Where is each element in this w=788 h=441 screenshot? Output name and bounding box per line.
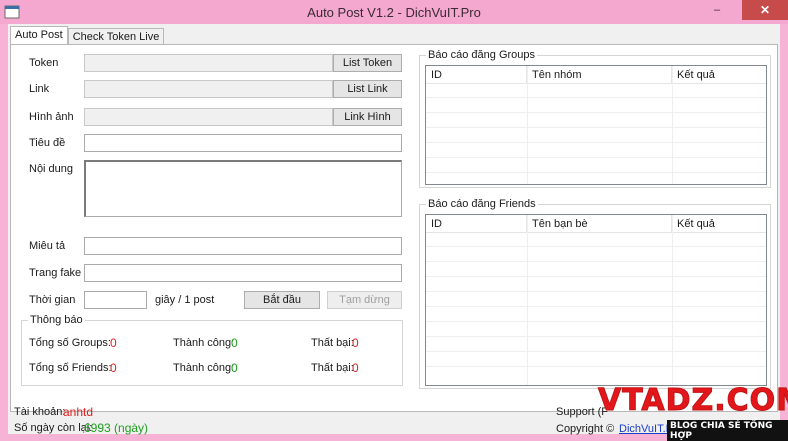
- col-head-result[interactable]: Kết quả: [672, 66, 766, 84]
- fake-page-label: Trang fake: [29, 267, 82, 279]
- pause-button[interactable]: Tạm dừng: [327, 291, 402, 309]
- minimize-button[interactable]: –: [702, 0, 732, 20]
- description-field[interactable]: [84, 237, 402, 255]
- watermark-tagline: BLOG CHIA SẺ TỔNG HỢP: [667, 420, 788, 441]
- groups-report-group: Báo cáo đăng Groups ID Tên nhóm Kết quả: [419, 49, 771, 188]
- table-row: [426, 323, 766, 337]
- table-row: [426, 114, 766, 128]
- days-left-label: Số ngày còn lại:: [14, 422, 93, 434]
- groups-fail-value: 0: [352, 336, 359, 350]
- table-row: [426, 248, 766, 262]
- friends-fail-value: 0: [352, 361, 359, 375]
- friends-fail-label: Thất bại:: [311, 362, 354, 374]
- image-label: Hình ảnh: [29, 111, 74, 123]
- list-token-button[interactable]: List Token: [333, 54, 402, 72]
- time-unit-label: giây / 1 post: [155, 294, 215, 306]
- col-head-id[interactable]: ID: [426, 66, 527, 84]
- col-head-result[interactable]: Kết quả: [672, 215, 766, 233]
- groups-total-value: 0: [110, 336, 117, 350]
- friends-total-value: 0: [110, 361, 117, 375]
- table-row: [426, 278, 766, 292]
- start-button[interactable]: Bắt đầu: [244, 291, 320, 309]
- image-field[interactable]: [84, 108, 333, 126]
- window-title: Auto Post V1.2 - DichVuIT.Pro: [307, 5, 481, 20]
- col-head-id[interactable]: ID: [426, 215, 527, 233]
- time-label: Thời gian: [29, 294, 76, 306]
- token-label: Token: [29, 57, 59, 69]
- groups-success-value: 0: [231, 336, 238, 350]
- minimize-icon: –: [713, 4, 721, 16]
- table-row: [426, 84, 766, 98]
- groups-report-table[interactable]: ID Tên nhóm Kết quả: [425, 65, 767, 185]
- token-field[interactable]: [84, 54, 333, 72]
- copyright-text: Copyright ©: [556, 423, 615, 435]
- days-left-value: 6993 (ngày): [84, 421, 149, 435]
- table-row: [426, 353, 766, 367]
- time-field[interactable]: [84, 291, 147, 309]
- title-field[interactable]: [84, 134, 402, 152]
- content-label: Nội dung: [29, 163, 74, 175]
- friends-success-value: 0: [231, 361, 238, 375]
- window-client-area: Auto Post Check Token Live Token List To…: [8, 24, 780, 435]
- friends-success-label: Thành công:: [173, 362, 235, 374]
- friends-total-label: Tổng số Friends:: [29, 362, 112, 374]
- notice-title: Thông báo: [28, 314, 85, 326]
- groups-total-label: Tổng số Groups:: [29, 337, 111, 349]
- title-label: Tiêu đề: [29, 137, 66, 149]
- auto-post-panel: Token List Token Link List Link Hình ảnh…: [10, 44, 778, 412]
- account-label: Tài khoản:: [14, 406, 66, 418]
- account-value: anhtd: [63, 405, 94, 419]
- friends-report-header: ID Tên bạn bè Kết quả: [426, 215, 766, 233]
- table-row: [426, 159, 766, 173]
- tab-strip: Auto Post Check Token Live: [10, 26, 165, 46]
- table-row: [426, 263, 766, 277]
- content-textarea[interactable]: [84, 160, 402, 217]
- friends-report-group: Báo cáo đăng Friends ID Tên bạn bè Kết q…: [419, 198, 771, 389]
- link-label: Link: [29, 83, 50, 95]
- link-field[interactable]: [84, 80, 333, 98]
- groups-fail-label: Thất bại:: [311, 337, 354, 349]
- tab-auto-post[interactable]: Auto Post: [10, 26, 68, 46]
- title-bar[interactable]: Auto Post V1.2 - DichVuIT.Pro – ✕: [0, 0, 788, 24]
- watermark-logo: VTADZ.COM: [598, 383, 788, 419]
- col-head-group-name[interactable]: Tên nhóm: [527, 66, 672, 84]
- close-icon: ✕: [759, 3, 771, 17]
- groups-success-label: Thành công:: [173, 337, 235, 349]
- table-row: [426, 338, 766, 352]
- description-label: Miêu tả: [29, 240, 66, 252]
- table-row: [426, 99, 766, 113]
- list-link-button[interactable]: List Link: [333, 80, 402, 98]
- table-row: [426, 308, 766, 322]
- table-row: [426, 144, 766, 158]
- table-row: [426, 233, 766, 247]
- app-window: Auto Post V1.2 - DichVuIT.Pro – ✕ Auto P…: [0, 0, 788, 441]
- friends-report-table[interactable]: ID Tên bạn bè Kết quả: [425, 214, 767, 386]
- table-row: [426, 129, 766, 143]
- notice-group: Thông báo Tổng số Groups: 0 Thành công: …: [21, 314, 403, 386]
- fake-page-field[interactable]: [84, 264, 402, 282]
- groups-report-title: Báo cáo đăng Groups: [426, 49, 538, 61]
- link-image-button[interactable]: Link Hình: [333, 108, 402, 126]
- table-row: [426, 293, 766, 307]
- friends-report-title: Báo cáo đăng Friends: [426, 198, 538, 210]
- groups-report-header: ID Tên nhóm Kết quả: [426, 66, 766, 84]
- close-button[interactable]: ✕: [742, 0, 788, 20]
- col-head-friend-name[interactable]: Tên bạn bè: [527, 215, 672, 233]
